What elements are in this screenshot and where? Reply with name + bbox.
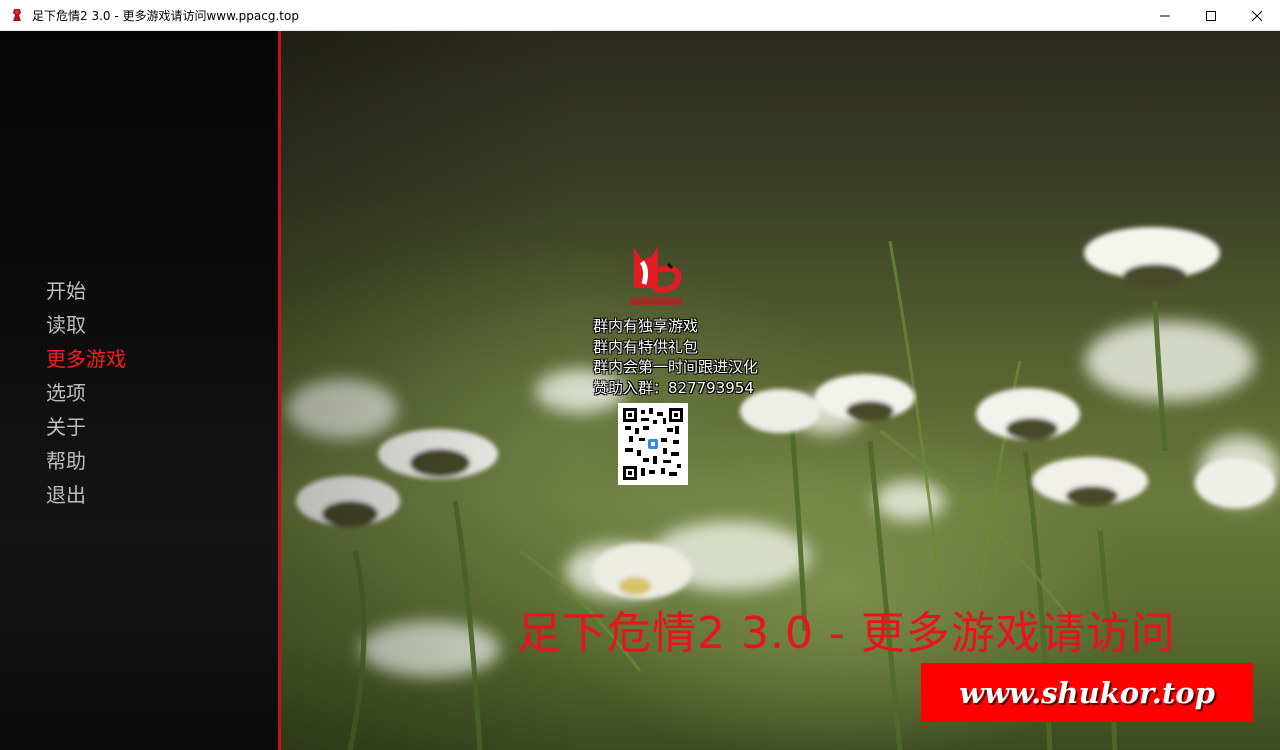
minimize-icon	[1160, 15, 1170, 16]
sidebar-divider	[278, 31, 281, 750]
window-controls	[1142, 0, 1280, 31]
menu-item-load[interactable]: 读取	[46, 308, 126, 342]
promo-line: 赞助入群：827793954	[593, 378, 754, 397]
app-icon	[13, 9, 21, 21]
main-menu-panel: 开始 读取 更多游戏 选项 关于 帮助 退出	[0, 31, 278, 750]
promo-line: 群内有特供礼包	[593, 337, 699, 356]
main-menu: 开始 读取 更多游戏 选项 关于 帮助 退出	[46, 274, 126, 512]
menu-item-more-games[interactable]: 更多游戏	[46, 342, 126, 376]
promo-line: 群内有独享游戏	[593, 317, 699, 335]
window-titlebar[interactable]: 足下危情2 3.0 - 更多游戏请访问www.ppacg.top	[0, 0, 1280, 31]
game-title-banner: 足下危情2 3.0 - 更多游戏请访问	[517, 608, 1176, 659]
minimize-button[interactable]	[1142, 0, 1188, 31]
maximize-icon	[1206, 10, 1216, 21]
window-title: 足下危情2 3.0 - 更多游戏请访问www.ppacg.top	[32, 8, 299, 23]
qr-code[interactable]	[618, 403, 688, 485]
qr-code-icon	[623, 408, 683, 480]
menu-item-start[interactable]: 开始	[46, 274, 126, 308]
game-viewport[interactable]: 开始 读取 更多游戏 选项 关于 帮助 退出 群内有独享游戏 群内有特供礼包 群…	[0, 31, 1280, 750]
menu-item-options[interactable]: 选项	[46, 376, 126, 410]
promo-line: 群内会第一时间跟进汉化	[593, 358, 759, 376]
menu-item-about[interactable]: 关于	[46, 410, 126, 444]
menu-item-help[interactable]: 帮助	[46, 444, 126, 478]
promo-text: 群内有独享游戏 群内有特供礼包 群内会第一时间跟进汉化 赞助入群：8277939…	[593, 316, 758, 398]
maximize-button[interactable]	[1188, 0, 1234, 31]
close-button[interactable]	[1234, 0, 1280, 31]
site-watermark-text: www.shukor.top	[959, 675, 1215, 710]
close-icon	[1251, 10, 1263, 21]
menu-item-quit[interactable]: 退出	[46, 478, 126, 512]
site-watermark: www.shukor.top	[921, 663, 1253, 722]
fox-logo-icon	[630, 246, 682, 305]
